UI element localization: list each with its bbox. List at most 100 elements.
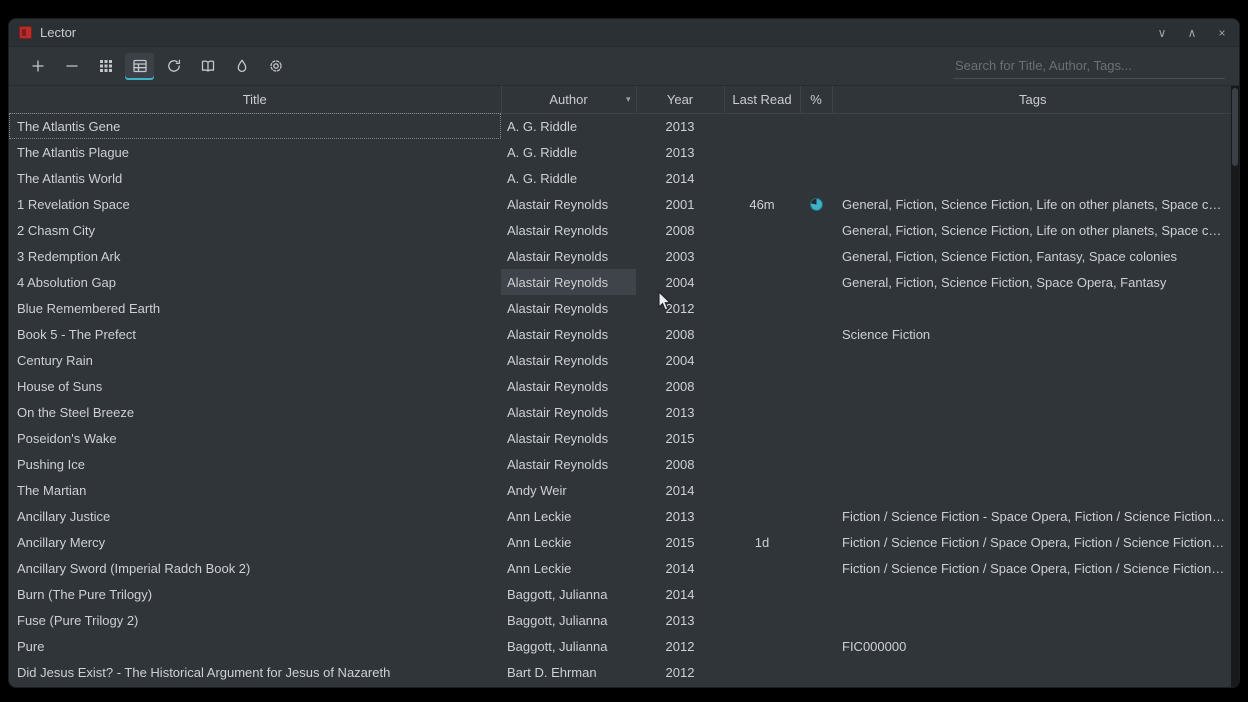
cell-tags[interactable]: Fiction / Science Fiction - Space Opera,… xyxy=(832,503,1233,529)
cell-author[interactable]: Ann Leckie xyxy=(501,529,636,555)
cell-tags[interactable] xyxy=(832,581,1233,607)
cell-author[interactable]: Alastair Reynolds xyxy=(501,347,636,373)
book-row[interactable]: The MartianAndy Weir2014 xyxy=(9,477,1233,503)
cell-author[interactable]: Alastair Reynolds xyxy=(501,373,636,399)
cell-last-read[interactable] xyxy=(724,399,800,425)
book-row[interactable]: Blue Remembered EarthAlastair Reynolds20… xyxy=(9,295,1233,321)
book-row[interactable]: 4 Absolution GapAlastair Reynolds2004Gen… xyxy=(9,269,1233,295)
vertical-scrollbar[interactable] xyxy=(1231,86,1239,687)
cell-last-read[interactable] xyxy=(724,165,800,191)
cell-last-read[interactable] xyxy=(724,113,800,139)
cell-author[interactable]: Alastair Reynolds xyxy=(501,269,636,295)
cell-tags[interactable] xyxy=(832,607,1233,633)
cell-year[interactable]: 2013 xyxy=(636,503,724,529)
cell-last-read[interactable] xyxy=(724,633,800,659)
cell-percent[interactable] xyxy=(800,503,832,529)
cell-author[interactable]: Baggott, Julianna xyxy=(501,607,636,633)
cell-author[interactable]: Alastair Reynolds xyxy=(501,243,636,269)
book-row[interactable]: PureBaggott, Julianna2012FIC000000 xyxy=(9,633,1233,659)
cell-tags[interactable] xyxy=(832,139,1233,165)
cell-title[interactable]: 1 Revelation Space xyxy=(9,191,501,217)
cell-percent[interactable] xyxy=(800,451,832,477)
cell-percent[interactable] xyxy=(800,113,832,139)
cell-tags[interactable]: General, Fiction, Science Fiction, Space… xyxy=(832,269,1233,295)
book-row[interactable]: Burn (The Pure Trilogy)Baggott, Julianna… xyxy=(9,581,1233,607)
book-row[interactable]: The Atlantis PlagueA. G. Riddle2013 xyxy=(9,139,1233,165)
book-row[interactable]: 1 Revelation SpaceAlastair Reynolds20014… xyxy=(9,191,1233,217)
cell-author[interactable]: Alastair Reynolds xyxy=(501,425,636,451)
cell-last-read[interactable] xyxy=(724,451,800,477)
cell-year[interactable]: 2015 xyxy=(636,529,724,555)
cell-title[interactable]: House of Suns xyxy=(9,373,501,399)
cell-last-read[interactable] xyxy=(724,217,800,243)
cell-last-read[interactable] xyxy=(724,347,800,373)
cell-year[interactable]: 2013 xyxy=(636,399,724,425)
book-row[interactable]: Ancillary Sword (Imperial Radch Book 2)A… xyxy=(9,555,1233,581)
book-row[interactable]: 2 Chasm CityAlastair Reynolds2008General… xyxy=(9,217,1233,243)
cell-author[interactable]: Alastair Reynolds xyxy=(501,321,636,347)
cell-title[interactable]: The Atlantis Plague xyxy=(9,139,501,165)
column-header-last-read[interactable]: Last Read xyxy=(724,86,800,113)
cell-author[interactable]: Alastair Reynolds xyxy=(501,451,636,477)
close-button[interactable]: × xyxy=(1215,26,1229,40)
cell-year[interactable]: 2012 xyxy=(636,659,724,685)
cell-percent[interactable] xyxy=(800,217,832,243)
cell-author[interactable]: Ann Leckie xyxy=(501,555,636,581)
cell-title[interactable]: Pure xyxy=(9,633,501,659)
cell-year[interactable]: 2001 xyxy=(636,191,724,217)
cell-year[interactable]: 2008 xyxy=(636,373,724,399)
cell-last-read[interactable]: 46m xyxy=(724,191,800,217)
cell-year[interactable]: 2014 xyxy=(636,581,724,607)
cell-percent[interactable] xyxy=(800,295,832,321)
book-row[interactable]: The Atlantis GeneA. G. Riddle2013 xyxy=(9,113,1233,139)
cell-percent[interactable] xyxy=(800,373,832,399)
cell-last-read[interactable] xyxy=(724,555,800,581)
cell-year[interactable]: 2013 xyxy=(636,607,724,633)
cell-tags[interactable]: General, Fiction, Science Fiction, Life … xyxy=(832,217,1233,243)
book-row[interactable]: Did Jesus Exist? - The Historical Argume… xyxy=(9,659,1233,685)
cell-author[interactable]: A. G. Riddle xyxy=(501,165,636,191)
cell-author[interactable]: Baggott, Julianna xyxy=(501,633,636,659)
cell-last-read[interactable] xyxy=(724,139,800,165)
column-header-tags[interactable]: Tags xyxy=(832,86,1233,113)
cell-title[interactable]: Ancillary Justice xyxy=(9,503,501,529)
cell-tags[interactable]: Fiction / Science Fiction / Space Opera,… xyxy=(832,529,1233,555)
cell-title[interactable]: The Atlantis Gene xyxy=(9,113,501,139)
cell-title[interactable]: 3 Redemption Ark xyxy=(9,243,501,269)
book-row[interactable]: On the Steel BreezeAlastair Reynolds2013 xyxy=(9,399,1233,425)
cell-tags[interactable] xyxy=(832,451,1233,477)
cell-percent[interactable] xyxy=(800,191,832,217)
cell-last-read[interactable] xyxy=(724,425,800,451)
cell-percent[interactable] xyxy=(800,529,832,555)
cell-author[interactable]: A. G. Riddle xyxy=(501,113,636,139)
open-book-button[interactable] xyxy=(193,53,222,80)
cell-tags[interactable]: FIC000000 xyxy=(832,633,1233,659)
cell-year[interactable]: 2014 xyxy=(636,165,724,191)
cell-last-read[interactable] xyxy=(724,607,800,633)
cell-tags[interactable] xyxy=(832,373,1233,399)
color-theme-button[interactable] xyxy=(227,53,256,80)
cell-year[interactable]: 2004 xyxy=(636,269,724,295)
cell-percent[interactable] xyxy=(800,633,832,659)
cell-author[interactable]: Alastair Reynolds xyxy=(501,399,636,425)
cell-author[interactable]: A. G. Riddle xyxy=(501,139,636,165)
cell-title[interactable]: On the Steel Breeze xyxy=(9,399,501,425)
cell-percent[interactable] xyxy=(800,555,832,581)
cell-year[interactable]: 2013 xyxy=(636,113,724,139)
cell-tags[interactable] xyxy=(832,399,1233,425)
column-header--[interactable]: % xyxy=(800,86,832,113)
cell-author[interactable]: Alastair Reynolds xyxy=(501,295,636,321)
book-row[interactable]: Ancillary MercyAnn Leckie20151dFiction /… xyxy=(9,529,1233,555)
cell-title[interactable]: The Atlantis World xyxy=(9,165,501,191)
cell-year[interactable]: 2014 xyxy=(636,477,724,503)
cell-title[interactable]: Burn (The Pure Trilogy) xyxy=(9,581,501,607)
cell-year[interactable]: 2008 xyxy=(636,217,724,243)
book-row[interactable]: Ancillary JusticeAnn Leckie2013Fiction /… xyxy=(9,503,1233,529)
cell-percent[interactable] xyxy=(800,139,832,165)
cell-title[interactable]: Poseidon's Wake xyxy=(9,425,501,451)
reload-library-button[interactable] xyxy=(159,53,188,80)
cell-title[interactable]: Book 5 - The Prefect xyxy=(9,321,501,347)
delete-book-button[interactable] xyxy=(57,53,86,80)
cell-tags[interactable]: Fiction / Science Fiction / Space Opera,… xyxy=(832,555,1233,581)
cell-last-read[interactable] xyxy=(724,269,800,295)
